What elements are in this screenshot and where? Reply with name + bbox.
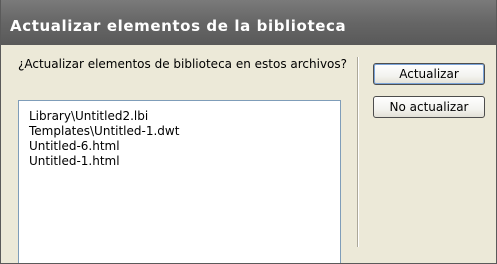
file-list-item[interactable]: Untitled-6.html	[29, 139, 340, 154]
update-button[interactable]: Actualizar	[373, 63, 485, 85]
question-label: ¿Actualizar elementos de biblioteca en e…	[18, 57, 348, 71]
file-list-item[interactable]: Untitled-1.html	[29, 154, 340, 169]
file-list[interactable]: Library\Untitled2.lbi Templates\Untitled…	[18, 100, 341, 263]
file-list-item[interactable]: Templates\Untitled-1.dwt	[29, 124, 340, 139]
dialog-title: Actualizar elementos de la biblioteca	[10, 17, 347, 35]
file-list-item[interactable]: Library\Untitled2.lbi	[29, 109, 340, 124]
vertical-divider	[357, 57, 358, 247]
dialog-titlebar[interactable]: Actualizar elementos de la biblioteca	[1, 0, 496, 45]
update-library-dialog: Actualizar elementos de la biblioteca ¿A…	[0, 0, 497, 264]
no-update-button[interactable]: No actualizar	[373, 96, 485, 118]
dialog-body: ¿Actualizar elementos de biblioteca en e…	[1, 45, 496, 263]
